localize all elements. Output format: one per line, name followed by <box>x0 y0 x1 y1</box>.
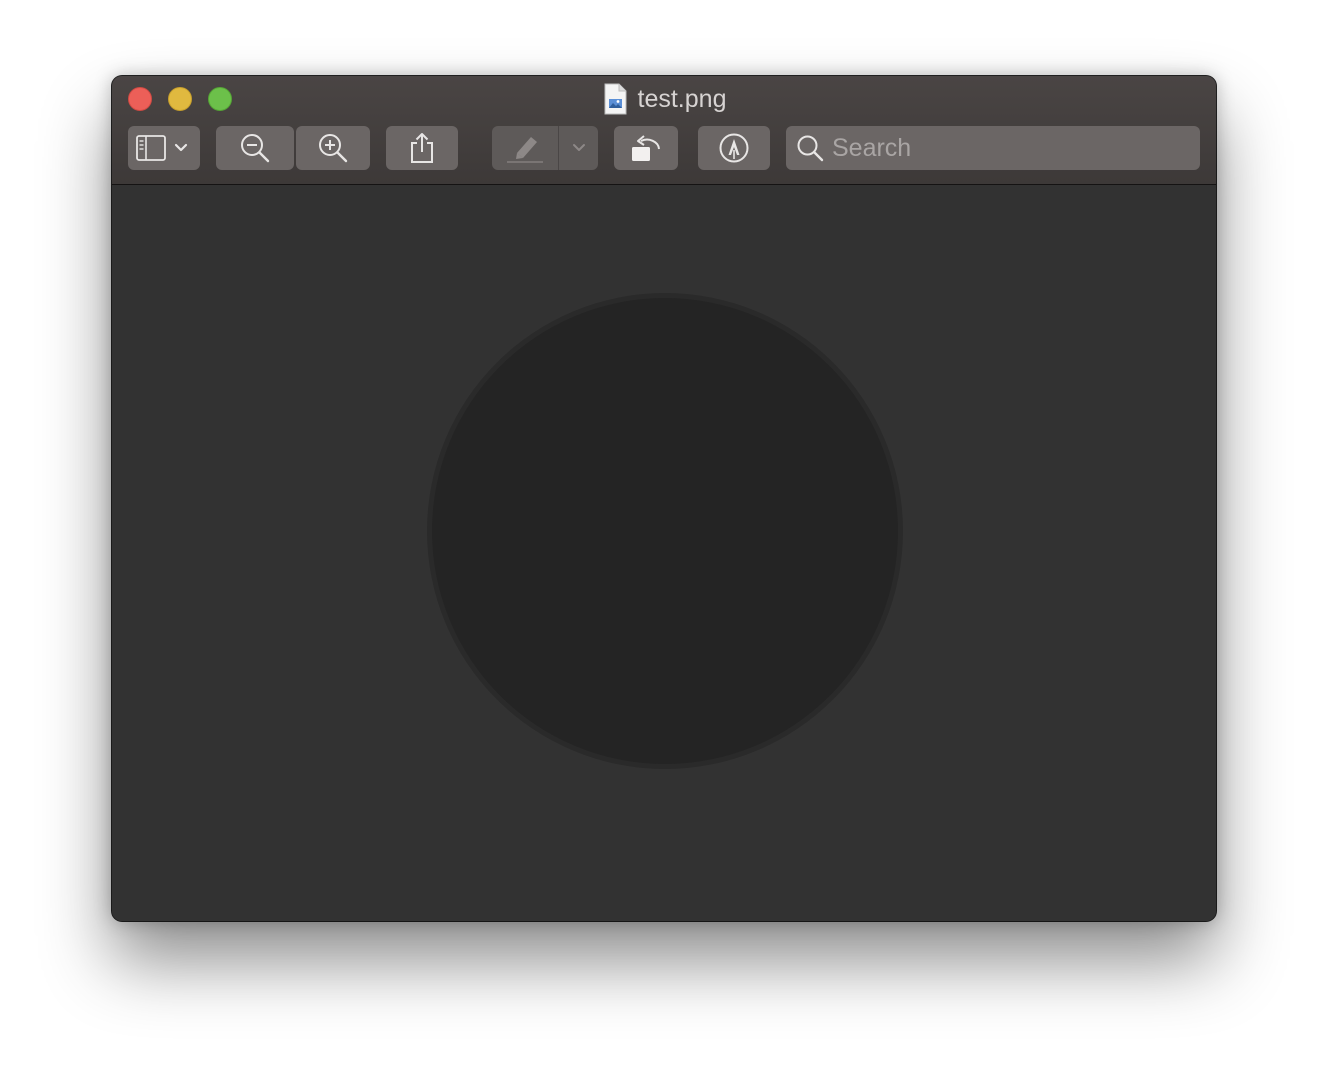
image-canvas[interactable] <box>112 185 1216 921</box>
preview-window: test.png <box>112 76 1216 921</box>
rotate-button[interactable] <box>614 126 678 170</box>
share-icon <box>411 133 433 163</box>
highlight-button[interactable] <box>492 126 598 170</box>
search-input[interactable] <box>832 133 1192 163</box>
markup-pen-icon <box>719 133 749 163</box>
highlighter-icon <box>507 137 543 163</box>
image-dark-circle <box>432 298 898 764</box>
markup-button[interactable] <box>698 126 770 170</box>
share-button[interactable] <box>386 126 458 170</box>
sidebar-toggle-button[interactable] <box>128 126 200 170</box>
window-title: test.png <box>637 84 727 113</box>
window-title-area: test.png <box>112 82 1216 116</box>
highlight-main-segment[interactable] <box>492 126 558 170</box>
sidebar-view-icon <box>136 135 188 161</box>
zoom-out-button[interactable] <box>216 126 294 170</box>
zoom-in-icon <box>319 134 348 163</box>
png-document-icon <box>604 83 627 115</box>
rotate-left-icon <box>632 135 660 161</box>
zoom-in-button[interactable] <box>296 126 370 170</box>
search-icon <box>797 135 824 162</box>
zoom-out-icon <box>241 134 270 163</box>
chevron-down-icon <box>572 144 585 151</box>
titlebar[interactable]: test.png <box>112 76 1216 185</box>
search-field[interactable] <box>786 126 1200 170</box>
highlight-options-segment[interactable] <box>559 126 598 170</box>
